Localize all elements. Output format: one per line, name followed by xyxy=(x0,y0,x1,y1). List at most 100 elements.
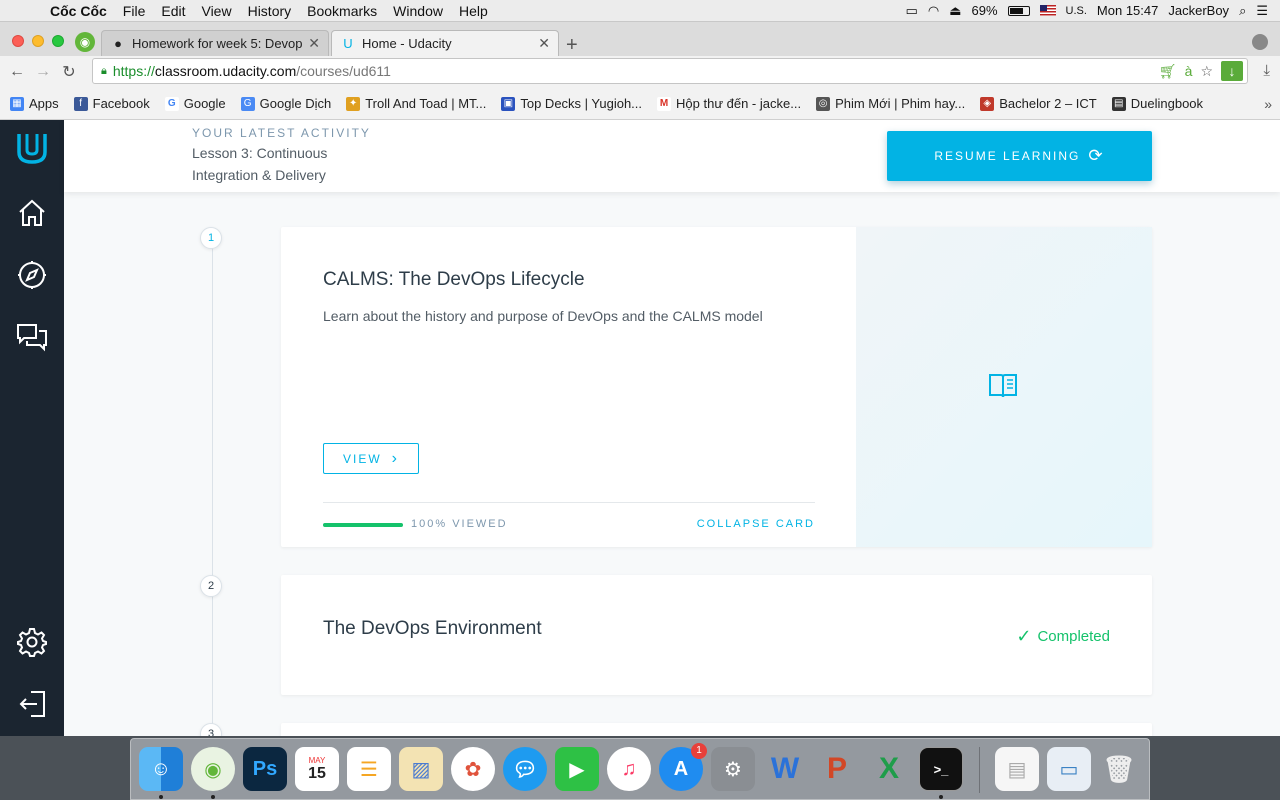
app-store-badge: 1 xyxy=(691,743,707,759)
spotlight-search-icon[interactable]: ⌕ xyxy=(1239,3,1246,19)
word-icon[interactable]: W xyxy=(763,747,807,791)
translate-icon[interactable]: à xyxy=(1185,63,1193,79)
close-window-button[interactable] xyxy=(12,35,24,47)
new-tab-button[interactable]: + xyxy=(566,34,578,57)
chevron-right-icon: › xyxy=(391,449,399,467)
itunes-icon[interactable]: ♫ xyxy=(607,747,651,791)
input-source[interactable]: U.S. xyxy=(1066,5,1087,17)
zoom-window-button[interactable] xyxy=(52,35,64,47)
download-video-icon[interactable]: ↓ xyxy=(1221,61,1243,81)
trash-icon[interactable]: 🗑︎ xyxy=(1097,747,1141,791)
downloads-icon[interactable]: ⤓ xyxy=(1263,62,1270,79)
excel-icon[interactable]: X xyxy=(867,747,911,791)
udacity-logo-icon[interactable] xyxy=(14,130,50,166)
compass-explore-icon[interactable] xyxy=(14,257,50,293)
address-bar[interactable]: 🔒︎ https:// classroom.udacity.com /cours… xyxy=(92,58,1248,84)
reminders-icon[interactable]: ☰ xyxy=(347,747,391,791)
forward-arrow-icon[interactable]: → xyxy=(30,63,56,81)
back-arrow-icon[interactable]: ← xyxy=(4,63,30,81)
tab-title: Home - Udacity xyxy=(362,36,452,51)
clock[interactable]: Mon 15:47 xyxy=(1097,3,1158,18)
bookmark-duelingbook[interactable]: ▤ Duelingbook xyxy=(1111,96,1203,111)
menu-file[interactable]: File xyxy=(115,3,154,19)
close-tab-icon[interactable]: ✕ xyxy=(308,35,320,52)
minimize-window-button[interactable] xyxy=(32,35,44,47)
bookmark-apps[interactable]: ▦ Apps xyxy=(10,96,59,111)
photos-icon[interactable]: ✿ xyxy=(451,747,495,791)
display-icon[interactable]: ⏏ xyxy=(949,3,961,19)
resume-learning-button[interactable]: RESUME LEARNING ⟳ xyxy=(887,131,1152,181)
profile-avatar-icon[interactable] xyxy=(1252,34,1268,50)
calendar-day: 15 xyxy=(308,764,326,782)
menu-history[interactable]: History xyxy=(240,3,300,19)
dock-separator xyxy=(979,747,980,793)
close-tab-icon[interactable]: ✕ xyxy=(538,35,550,52)
battery-icon[interactable] xyxy=(1007,5,1030,16)
tab-title: Homework for week 5: Devops xyxy=(132,36,303,51)
bookmark-phimmoi[interactable]: ◎ Phim Mới | Phim hay... xyxy=(816,96,965,111)
bookmark-google-translate[interactable]: G Google Dịch xyxy=(240,96,331,111)
topdecks-icon: ▣ xyxy=(501,96,516,111)
lesson-step-number: 2 xyxy=(200,575,222,597)
bookmark-label: Hộp thư đến - jacke... xyxy=(676,96,802,111)
screenshot-stack-icon[interactable]: ▭ xyxy=(1047,747,1091,791)
settings-gear-icon[interactable] xyxy=(14,624,50,660)
coccoc-logo-icon[interactable]: ◉ xyxy=(75,32,95,52)
airplay-icon[interactable]: ▭ xyxy=(906,3,918,19)
powerpoint-icon[interactable]: P xyxy=(815,747,859,791)
collapse-card-link[interactable]: COLLAPSE CARD xyxy=(697,518,815,530)
documents-stack-icon[interactable]: ▤ xyxy=(995,747,1039,791)
home-icon[interactable] xyxy=(14,195,50,231)
messages-icon[interactable]: 💬︎ xyxy=(503,747,547,791)
tab-github-homework[interactable]: ● Homework for week 5: Devops ✕ xyxy=(101,30,329,56)
bookmark-facebook[interactable]: f Facebook xyxy=(73,96,150,111)
resume-learning-label: RESUME LEARNING xyxy=(934,149,1081,163)
url-scheme: https:// xyxy=(112,63,155,79)
running-indicator xyxy=(159,795,163,799)
bookmark-gmail[interactable]: M Hộp thư đến - jacke... xyxy=(657,96,801,111)
menu-bookmarks[interactable]: Bookmarks xyxy=(299,3,385,19)
menu-window[interactable]: Window xyxy=(385,3,451,19)
calendar-icon[interactable]: MAY 15 xyxy=(295,747,339,791)
chat-messages-icon[interactable] xyxy=(14,319,50,355)
github-icon: ● xyxy=(114,35,122,51)
logout-icon[interactable] xyxy=(14,686,50,722)
app-store-icon[interactable]: A 1 xyxy=(659,743,707,791)
more-bookmarks-icon[interactable]: » xyxy=(1264,96,1272,112)
finder-icon[interactable]: ☺ xyxy=(139,747,183,791)
bookmark-ict[interactable]: ◈ Bachelor 2 – ICT xyxy=(980,96,1097,111)
latest-activity-title[interactable]: Lesson 3: Continuous Integration & Deliv… xyxy=(192,142,362,186)
us-flag-icon[interactable] xyxy=(1039,5,1056,16)
duelingbook-icon: ▤ xyxy=(1111,96,1126,111)
coccoc-browser-icon[interactable]: ◉ xyxy=(191,747,235,791)
user-name[interactable]: JackerBoy xyxy=(1168,3,1229,18)
view-lesson-button[interactable]: VIEW › xyxy=(323,443,419,474)
terminal-icon[interactable]: >_ xyxy=(919,747,963,791)
menu-view[interactable]: View xyxy=(193,3,239,19)
preview-icon[interactable]: ▨ xyxy=(399,747,443,791)
facetime-icon[interactable]: ▶ xyxy=(555,747,599,791)
bookmark-star-icon[interactable]: ☆ xyxy=(1200,63,1213,80)
bookmark-google[interactable]: G Google xyxy=(164,96,226,111)
menu-help[interactable]: Help xyxy=(451,3,496,19)
photoshop-icon[interactable]: Ps xyxy=(243,747,287,791)
notification-center-icon[interactable]: ☰ xyxy=(1256,3,1268,19)
gmail-icon: M xyxy=(657,96,672,111)
reload-icon[interactable]: ↻ xyxy=(56,62,82,82)
menu-app-name[interactable]: Cốc Cốc xyxy=(42,3,115,19)
system-preferences-icon[interactable]: ⚙ xyxy=(711,747,755,791)
tab-udacity-home[interactable]: U Home - Udacity ✕ xyxy=(331,30,559,56)
lesson-card-expanded: CALMS: The DevOps Lifecycle Learn about … xyxy=(281,227,1152,547)
lesson-title: CALMS: The DevOps Lifecycle xyxy=(323,269,585,290)
bookmarks-bar: ▦ Apps f Facebook G Google G Google Dịch… xyxy=(0,88,1280,120)
lesson-step-number: 3 xyxy=(200,723,222,736)
lesson-card-collapsed[interactable]: The DevOps Environment ✓ Completed xyxy=(281,575,1152,695)
bookmark-topdecks[interactable]: ▣ Top Decks | Yugioh... xyxy=(501,96,642,111)
lesson-card-collapsed[interactable] xyxy=(281,723,1152,736)
battery-percent[interactable]: 69% xyxy=(971,3,997,18)
bookmark-trollandtoad[interactable]: ✦ Troll And Toad | MT... xyxy=(346,96,486,111)
wifi-icon[interactable]: ◠ xyxy=(928,3,939,19)
menu-edit[interactable]: Edit xyxy=(153,3,193,19)
macos-menubar: Cốc Cốc File Edit View History Bookmarks… xyxy=(0,0,1280,22)
shopping-cart-icon[interactable]: 🛒︎ xyxy=(1159,63,1177,80)
